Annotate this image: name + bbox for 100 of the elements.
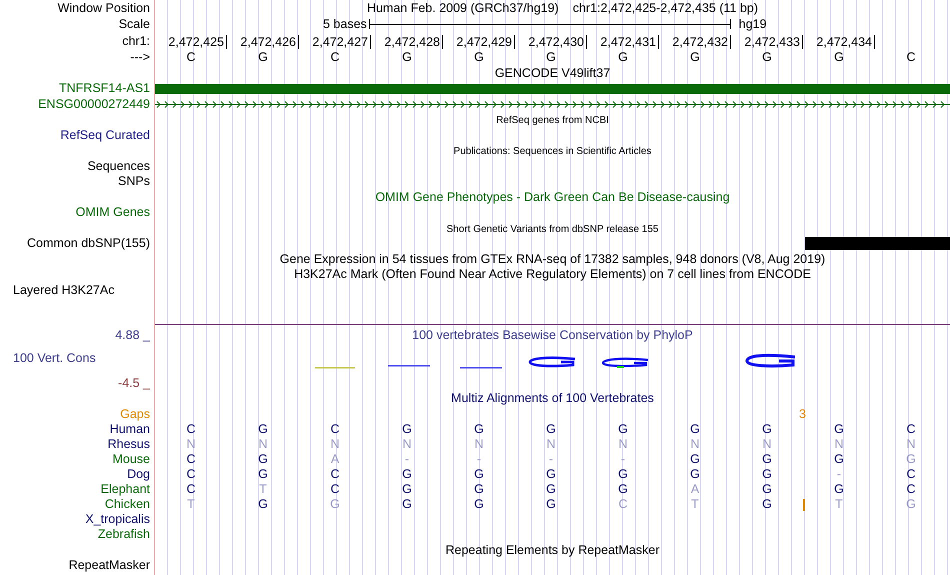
track-title: H3K27Ac Mark (Often Found Near Active Regulatory Elements) on 7 cell lines from ENCODE (294, 267, 811, 281)
base-letter: G (474, 422, 484, 436)
base-letter: G (834, 482, 844, 496)
track-label[interactable]: Layered H3K27Ac (13, 282, 114, 296)
track-label[interactable]: SNPs (118, 174, 150, 188)
base-letter: N (186, 436, 196, 450)
database-name: hg19 (738, 16, 767, 32)
base-letter: G (762, 422, 772, 436)
base-letter: C (330, 482, 340, 496)
track-label[interactable]: X_tropicalis (85, 512, 150, 526)
base-letter: C (906, 482, 916, 496)
base-letter: C (618, 496, 628, 510)
track-label[interactable]: Sequences (87, 158, 150, 172)
scale-length: 5 bases (323, 16, 367, 32)
track-label[interactable]: Mouse (112, 452, 150, 466)
base-letter: G (330, 496, 340, 510)
base-letter: G (618, 482, 628, 496)
track-label[interactable]: Chicken (104, 496, 150, 510)
base-letter: - (404, 452, 410, 466)
track-title: Publications: Sequences in Scientific Articles (454, 146, 652, 157)
coordinate-label: 2,472,426 (227, 35, 299, 49)
base-letter: T (259, 482, 267, 496)
track-label[interactable]: TNFRSF14-AS1 (59, 81, 150, 95)
track-label[interactable]: Human (110, 422, 150, 436)
base-letter: G (906, 452, 916, 466)
base-letter: G (546, 50, 556, 64)
base-letter: G (258, 496, 268, 510)
base-letter: G (834, 452, 844, 466)
base-letter: G (402, 466, 412, 480)
coordinate-label: 2,472,432 (659, 35, 731, 49)
track-title: Multiz Alignments of 100 Vertebrates (451, 391, 654, 405)
base-letter: C (186, 482, 196, 496)
track-label[interactable]: ENSG00000272449 (38, 96, 150, 110)
base-letter: G (474, 50, 484, 64)
base-letter: A (330, 452, 340, 466)
base-letter: A (690, 482, 700, 496)
track-label[interactable]: 100 Vert. Cons (0, 351, 150, 366)
track-title: Short Genetic Variants from dbSNP release 155 (446, 224, 658, 234)
base-letter: - (548, 452, 554, 466)
base-letter: G (546, 466, 556, 480)
track-label[interactable]: Elephant (100, 482, 150, 496)
track-label[interactable]: Dog (127, 466, 150, 480)
base-letter: G (618, 422, 628, 436)
track-label[interactable]: Common dbSNP(155) (27, 236, 150, 250)
track-title: Gene Expression in 54 tissues from GTEx RNA-seq of 17382 samples, 948 donors (V8, Aug 2019) (280, 252, 826, 266)
base-letter: G (690, 452, 700, 466)
axis-min-label: -4.5 _ (117, 376, 150, 391)
assembly-name: Human Feb. 2009 (GRCh37/hg19) (366, 0, 559, 16)
base-letter: G (474, 496, 484, 510)
row-label: ---> (130, 50, 150, 64)
base-letter: G (618, 466, 628, 480)
base-letter: C (906, 466, 916, 480)
base-letter: N (762, 436, 772, 450)
base-letter: G (762, 482, 772, 496)
base-letter: G (546, 422, 556, 436)
track-title: GENCODE V49lift37 (494, 66, 610, 80)
transcript-arrows-drawing[interactable] (155, 100, 950, 109)
base-letter: G (546, 496, 556, 510)
base-letter: N (906, 436, 916, 450)
track-title: RefSeq genes from NCBI (496, 115, 609, 126)
base-letter: G (258, 452, 268, 466)
base-letter: G (906, 496, 916, 510)
base-letter: N (402, 436, 412, 450)
base-letter: N (330, 436, 340, 450)
gene-bar[interactable] (155, 84, 950, 94)
track-label[interactable]: Rhesus (108, 436, 150, 450)
base-letter: N (618, 436, 628, 450)
base-letter: G (618, 50, 628, 64)
track-label[interactable]: Zebrafish (98, 527, 150, 541)
base-letter: N (546, 436, 556, 450)
base-letter: C (186, 422, 196, 436)
base-letter: - (620, 452, 626, 466)
gap-count: 3 (799, 406, 806, 422)
base-letter: C (330, 422, 340, 436)
variant-bar[interactable] (805, 237, 950, 250)
axis-max-label: 4.88 _ (114, 328, 150, 343)
row-label: chr1: (122, 34, 150, 48)
base-letter: G (402, 482, 412, 496)
base-letter: C (186, 452, 196, 466)
base-letter: N (474, 436, 484, 450)
base-letter: C (906, 50, 916, 64)
base-letter: G (762, 466, 772, 480)
base-letter: G (474, 466, 484, 480)
track-title: Repeating Elements by RepeatMasker (445, 542, 660, 556)
base-letter: G (474, 482, 484, 496)
base-letter: G (834, 50, 844, 64)
base-letter: T (691, 496, 699, 510)
track-label[interactable]: RefSeq Curated (60, 128, 150, 142)
base-letter: T (835, 496, 843, 510)
coordinate-label: 2,472,431 (587, 35, 659, 49)
row-label: Scale (118, 17, 150, 31)
coordinate-label: 2,472,428 (371, 35, 443, 49)
base-letter: N (690, 436, 700, 450)
base-letter: G (402, 50, 412, 64)
base-letter: C (330, 50, 340, 64)
track-label[interactable]: OMIM Genes (76, 205, 150, 219)
base-letter: C (906, 422, 916, 436)
base-letter: G (690, 422, 700, 436)
track-title: OMIM Gene Phenotypes - Dark Green Can Be Disease-causing (375, 190, 730, 204)
track-label[interactable]: RepeatMasker (68, 558, 150, 572)
